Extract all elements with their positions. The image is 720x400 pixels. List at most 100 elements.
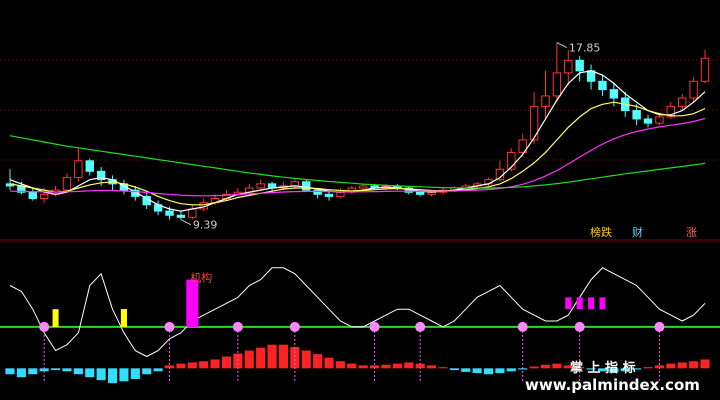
histogram-bar <box>438 367 448 369</box>
event-marker-dot <box>415 321 426 332</box>
candle-body <box>74 160 83 179</box>
yellow-signal-bar <box>120 309 127 327</box>
candle-body <box>529 105 539 141</box>
tag-cai: 财 <box>632 225 643 239</box>
candle-body <box>302 181 311 191</box>
candle-body <box>39 193 49 200</box>
histogram-bar <box>73 368 83 375</box>
histogram-bar <box>666 363 676 369</box>
event-marker-dot <box>164 321 175 332</box>
magenta-signal-bar <box>576 297 583 310</box>
histogram-bar <box>540 364 551 369</box>
candle-body <box>609 89 619 99</box>
histogram-bar <box>5 368 15 375</box>
event-marker-dot <box>369 321 380 332</box>
magenta-signal-bar <box>599 297 606 310</box>
histogram-bar <box>62 368 72 372</box>
candle-body <box>632 110 641 120</box>
histogram-bar <box>689 361 699 369</box>
histogram-bar <box>643 367 653 369</box>
histogram-bar <box>51 368 61 371</box>
candle-body <box>165 210 174 216</box>
candle-body <box>415 191 425 195</box>
histogram-bar <box>221 356 232 369</box>
histogram-bar <box>267 344 277 369</box>
buy-signal-label: 机构 <box>190 271 212 285</box>
event-marker-dot <box>289 321 300 332</box>
candle-body <box>655 116 664 124</box>
histogram-bar <box>483 368 494 375</box>
histogram-bar <box>290 347 300 369</box>
watermark-cn: 掌 上 指 标 <box>570 360 636 376</box>
histogram-bar <box>187 362 197 369</box>
candle-body <box>336 191 345 197</box>
histogram-bar <box>495 368 505 374</box>
histogram-bar <box>96 368 106 381</box>
histogram-bar <box>28 368 38 375</box>
histogram-bar <box>472 368 482 374</box>
histogram-bar <box>358 365 368 369</box>
histogram-bar <box>335 361 345 369</box>
histogram-bar <box>153 368 163 372</box>
yellow-signal-bar <box>52 309 59 327</box>
candle-body <box>598 80 607 91</box>
candle-body <box>176 214 186 218</box>
tag-zhang: 涨 <box>686 226 697 239</box>
candle-body <box>256 183 265 189</box>
histogram-bar <box>278 344 288 369</box>
histogram-bar <box>107 368 118 384</box>
magenta-signal-bar <box>565 297 572 310</box>
event-marker-dot <box>654 321 665 332</box>
histogram-bar <box>244 350 254 369</box>
histogram-bar <box>677 362 687 369</box>
candle-body <box>188 208 197 218</box>
high-price-label: 17.85 <box>569 42 601 55</box>
histogram-bar <box>700 359 710 369</box>
histogram-bar <box>130 368 140 379</box>
low-price-label: 9.39 <box>193 219 218 232</box>
tag-bangdie: 榜跌 <box>590 225 612 239</box>
histogram-bar <box>392 363 402 369</box>
histogram-bar <box>324 357 334 369</box>
stock-chart: 17.85 9.39 机构 榜跌 财 涨 掌 上 指 标 www.palminde… <box>0 0 720 400</box>
histogram-bar <box>506 368 516 372</box>
histogram-bar <box>85 368 95 378</box>
event-marker-dot <box>574 321 585 332</box>
candle-body <box>85 160 94 172</box>
histogram-bar <box>347 363 357 369</box>
watermark-url: www.palmindex.com <box>525 376 700 394</box>
histogram-bar <box>427 365 437 369</box>
candle-body <box>564 59 573 74</box>
event-marker-dot <box>517 321 528 332</box>
buy-signal-bar <box>186 279 199 327</box>
histogram-bar <box>16 368 26 378</box>
candle-body <box>313 189 322 195</box>
candle-body <box>552 72 562 97</box>
histogram-bar <box>529 366 539 369</box>
candle-body <box>700 57 710 82</box>
candle-body <box>689 80 698 99</box>
histogram-bar <box>256 347 266 369</box>
histogram-bar <box>301 350 311 369</box>
candle-body <box>324 193 334 197</box>
histogram-bar <box>199 361 209 369</box>
candle-body <box>575 59 584 72</box>
event-marker-dot <box>39 321 50 332</box>
histogram-bar <box>119 368 129 382</box>
candle-body <box>62 177 72 191</box>
histogram-bar <box>142 368 152 375</box>
event-marker-dot <box>232 321 243 332</box>
histogram-bar <box>461 368 471 372</box>
histogram-bar <box>449 368 459 371</box>
candle-body <box>28 191 37 200</box>
candle-body <box>678 97 687 107</box>
histogram-bar <box>176 363 186 369</box>
candle-body <box>643 118 653 124</box>
histogram-bar <box>381 364 391 369</box>
candle-body <box>541 95 550 107</box>
magenta-signal-bar <box>588 297 595 310</box>
histogram-bar <box>313 354 323 369</box>
candle-body <box>358 185 368 189</box>
histogram-bar <box>404 362 414 369</box>
histogram-bar <box>552 363 562 369</box>
